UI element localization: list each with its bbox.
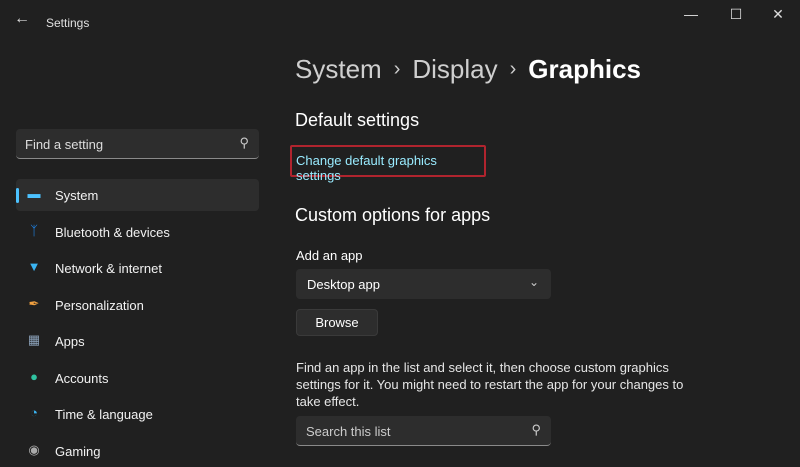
monitor-icon: ▬ [27,186,41,201]
browse-button[interactable]: Browse [296,309,378,336]
brush-icon: ✒ [28,295,40,311]
sidebar-item-label: Apps [55,334,85,349]
sidebar-item-bluetooth-devices[interactable]: ᛉ Bluetooth & devices [16,216,259,248]
breadcrumb: System › Display › Graphics [295,54,641,85]
bluetooth-icon: ᛉ [30,222,38,238]
sidebar-item-label: System [55,188,99,203]
sidebar-item-label: Personalization [55,297,144,313]
selection-indicator [16,188,19,203]
sidebar-item-system[interactable]: ▬ System [16,179,259,211]
breadcrumb-system[interactable]: System [295,54,382,84]
search-list-placeholder: Search this list [306,424,391,439]
sidebar-item-gaming[interactable]: ◉ Gaming [16,435,259,467]
chevron-right-icon: › [393,58,401,80]
sidebar-item-label: Bluetooth & devices [55,224,170,240]
arrow-left-icon[interactable]: ← [14,10,30,28]
title-bar: ← Settings — ☐ ✕ [0,0,800,44]
app-type-dropdown[interactable]: Desktop app ⌄ [296,269,551,299]
default-settings-heading: Default settings [295,110,420,130]
wifi-icon: ▼ [27,259,41,274]
sidebar-item-apps[interactable]: ▦ Apps [16,325,259,357]
sidebar-item-accounts[interactable]: ● Accounts [16,362,259,394]
link-text[interactable]: Change default graphics settings [296,153,484,183]
minimize-icon[interactable]: — [676,6,706,22]
search-list-input[interactable]: Search this list ⚲ [296,416,551,446]
search-placeholder: Find a setting [25,137,104,152]
breadcrumb-display[interactable]: Display [412,54,497,84]
sidebar-item-label: Accounts [55,370,109,386]
close-icon[interactable]: ✕ [763,6,793,23]
search-icon: ⚲ [239,135,249,150]
sidebar-item-time-language[interactable]: ◔ Time & language [16,398,259,430]
sidebar-item-label: Gaming [55,443,101,459]
change-default-graphics-link[interactable]: Change default graphics settings [290,145,486,183]
add-app-label: Add an app [296,248,363,263]
sidebar-item-network-internet[interactable]: ▼ Network & internet [16,252,259,284]
custom-options-heading: Custom options for apps [295,205,491,225]
dropdown-value: Desktop app [307,277,380,292]
sidebar-item-personalization[interactable]: ✒ Personalization [16,289,259,321]
sidebar-item-label: Time & language [55,407,153,422]
clock-globe-icon: ◔ [30,405,38,420]
chevron-right-icon: › [509,58,517,80]
chevron-down-icon: ⌄ [528,275,539,289]
description-text: Find an app in the list and select it, t… [296,360,684,409]
breadcrumb-graphics: Graphics [528,54,641,84]
person-icon: ● [30,368,38,384]
maximize-icon[interactable]: ☐ [721,6,751,23]
window-title: Settings [46,16,90,30]
apps-icon: ▦ [27,332,41,347]
sidebar-item-label: Network & internet [55,261,162,276]
find-setting-input[interactable]: Find a setting ⚲ [16,129,259,159]
search-icon: ⚲ [531,422,541,437]
